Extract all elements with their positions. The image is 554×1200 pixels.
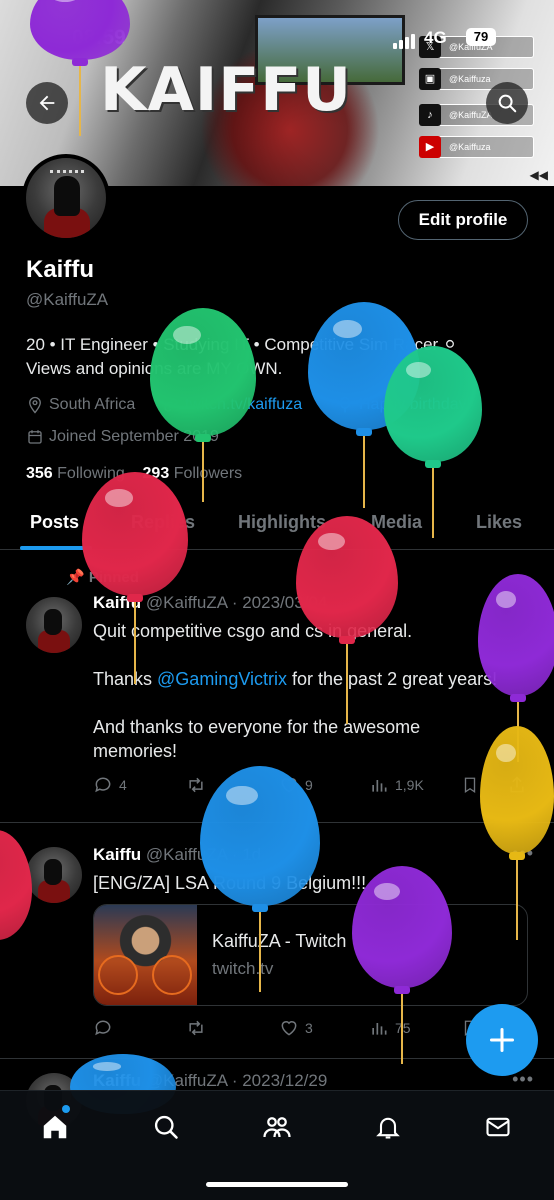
reply-icon: [95, 1020, 111, 1036]
arrow-left-icon: [39, 95, 55, 111]
network-label: 4G: [424, 28, 447, 47]
search-icon: [498, 94, 517, 113]
youtube-icon: ▶: [419, 136, 441, 158]
back-button[interactable]: [26, 82, 68, 124]
profile-location: South Africa: [26, 396, 135, 414]
card-title: KaiffuZA - Twitch: [212, 931, 347, 951]
compose-post-button[interactable]: [466, 1004, 538, 1076]
banner-arrows-icon: ◀◀: [529, 168, 548, 182]
repost-icon: [189, 777, 203, 793]
repost-button[interactable]: [185, 775, 207, 795]
profile-tabs: Posts Replies Highlights Media Likes: [0, 498, 554, 550]
twitch-icon: ▣: [419, 68, 441, 90]
share-button[interactable]: [507, 775, 527, 795]
status-bar: 08:59 4G 79: [0, 24, 554, 54]
search-icon[interactable]: [150, 1111, 182, 1143]
active-tab-indicator: [20, 546, 92, 550]
status-time: 08:59: [72, 26, 126, 49]
like-button[interactable]: 3: [279, 1018, 313, 1038]
more-options-icon[interactable]: •••: [512, 843, 534, 864]
messages-icon[interactable]: [482, 1111, 514, 1143]
post-header: Kaiffu @KaiffuZA · 1d: [93, 845, 262, 864]
banner-logo: KAIFFU: [100, 55, 352, 125]
reply-button[interactable]: 4: [93, 775, 127, 795]
reply-icon: [95, 777, 111, 793]
profile-joined: Joined September 2019: [26, 428, 219, 446]
battery-icon: 79: [466, 28, 496, 46]
share-icon: [510, 776, 524, 793]
search-button[interactable]: [486, 82, 528, 124]
card-thumbnail: [94, 905, 197, 1005]
follow-stats: 356 Following 293 Followers: [26, 465, 242, 483]
tab-replies[interactable]: Replies: [131, 512, 195, 533]
mention-link[interactable]: @GamingVictrix: [157, 669, 287, 689]
notifications-icon[interactable]: [372, 1111, 404, 1143]
pinned-label: 📌 Pinned: [66, 569, 139, 586]
post-header: Kaiffu @KaiffuZA · 2023/12/29: [93, 1071, 328, 1090]
heart-icon: [281, 1021, 297, 1036]
tiktok-icon: ♪: [419, 104, 441, 126]
tab-posts[interactable]: Posts: [30, 512, 79, 533]
analytics-icon: [372, 780, 387, 792]
balloon-icon: [339, 396, 351, 413]
post-actions: 4 9 1,9K: [93, 775, 533, 799]
post-pinned[interactable]: 📌 Pinned Kaiffu @KaiffuZA · 2023/03/04 Q…: [0, 551, 554, 823]
views-button[interactable]: 75: [369, 1018, 411, 1038]
edit-profile-button[interactable]: Edit profile: [398, 200, 528, 240]
plus-icon: [489, 1027, 515, 1053]
post-text: [ENG/ZA] LSA Round 9 Belgium!!!: [93, 873, 367, 893]
post-header: Kaiffu @KaiffuZA · 2023/03/04: [93, 593, 328, 612]
link-icon: [164, 398, 178, 412]
communities-icon[interactable]: [261, 1111, 293, 1143]
analytics-icon: [372, 1023, 387, 1035]
bookmark-button[interactable]: [461, 775, 479, 795]
profile-birthday: Happy birthday!: [336, 396, 471, 414]
views-button[interactable]: 1,9K: [369, 775, 424, 795]
card-domain: twitch.tv: [212, 959, 274, 978]
repost-icon: [189, 1020, 203, 1036]
tab-highlights[interactable]: Highlights: [238, 512, 326, 533]
reply-button[interactable]: [93, 1018, 113, 1038]
home-indicator: [206, 1182, 348, 1187]
following-link[interactable]: 356 Following: [26, 465, 125, 482]
location-pin-icon: [29, 396, 41, 414]
pin-icon: 📌: [66, 569, 85, 586]
post-text: Quit competitive csgo and cs in general.…: [93, 621, 498, 761]
repost-button[interactable]: [185, 1018, 207, 1038]
post-avatar[interactable]: [26, 847, 82, 903]
profile-website[interactable]: twitch.tv/kaiffuza: [162, 396, 302, 414]
bookmark-icon: [464, 777, 476, 794]
tab-media[interactable]: Media: [371, 512, 422, 533]
heart-icon: [281, 778, 297, 793]
post-avatar[interactable]: [26, 597, 82, 653]
like-button[interactable]: 9: [279, 775, 313, 795]
home-icon[interactable]: [39, 1111, 71, 1143]
profile-handle: @KaiffuZA: [26, 290, 109, 309]
banner-social-youtube: ▶ @Kaiffuza: [419, 136, 534, 158]
profile-avatar[interactable]: [22, 154, 110, 242]
home-notification-dot: [62, 1105, 70, 1113]
signal-icon: [393, 31, 417, 49]
tab-likes[interactable]: Likes: [476, 512, 522, 533]
calendar-icon: [28, 430, 42, 444]
followers-link[interactable]: 293 Followers: [143, 465, 243, 482]
profile-name: Kaiffu: [26, 256, 94, 283]
profile-bio: 20 • IT Engineer • Studying IT • Competi…: [26, 335, 458, 378]
link-card[interactable]: KaiffuZA - Twitch twitch.tv: [93, 904, 528, 1006]
